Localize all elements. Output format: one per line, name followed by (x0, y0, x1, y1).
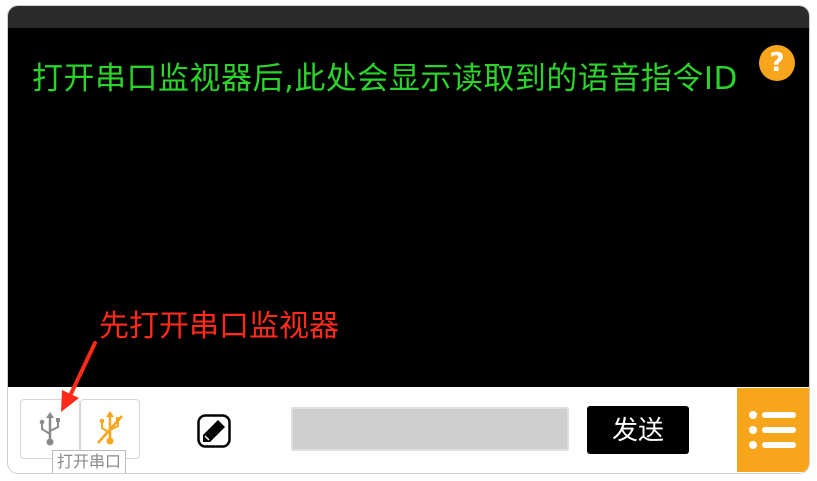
serial-monitor-window: 打开串口监视器后,此处会显示读取到的语音指令ID ? 打开串口 发送 先打开串口… (0, 0, 817, 481)
list-menu-icon (749, 411, 796, 449)
menu-button[interactable] (737, 388, 809, 472)
send-button[interactable]: 发送 (587, 406, 689, 454)
eraser-icon (197, 414, 231, 448)
bottom-toolbar: 打开串口 发送 (8, 387, 809, 473)
open-port-tooltip: 打开串口 (52, 450, 127, 473)
clear-output-button[interactable] (197, 414, 231, 448)
annotation-label: 先打开串口监视器 (99, 309, 339, 344)
help-button[interactable]: ? (759, 45, 795, 81)
usb-icon (39, 412, 60, 446)
question-icon: ? (769, 48, 785, 78)
usb-off-icon (97, 411, 123, 445)
panel-top-bar (8, 6, 809, 28)
serial-monitor-panel: 打开串口监视器后,此处会显示读取到的语音指令ID ? 打开串口 发送 (8, 6, 809, 473)
send-input[interactable] (291, 407, 569, 451)
monitor-placeholder-text: 打开串口监视器后,此处会显示读取到的语音指令ID (32, 61, 738, 97)
red-arrow-icon (61, 341, 97, 412)
